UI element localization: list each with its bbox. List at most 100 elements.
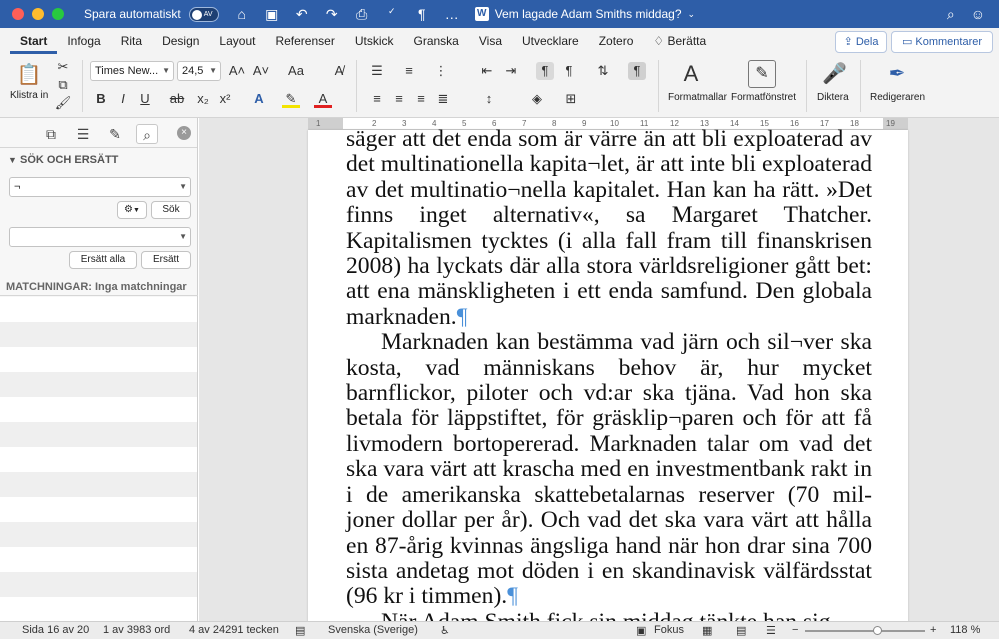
search-button[interactable]: Sök [151, 201, 191, 219]
account-icon[interactable]: ☺ [971, 6, 985, 23]
strikethrough-icon[interactable]: ab [168, 90, 186, 108]
bullets-icon[interactable]: ☰ [368, 62, 386, 80]
document-body[interactable]: säger att det enda som är värre än att b… [346, 126, 872, 621]
paragraph[interactable]: När Adam Smith fick sin middag tänkte ha… [346, 609, 872, 621]
document-page[interactable]: säger att det enda som är värre än att b… [308, 126, 908, 621]
format-painter-icon[interactable]: 🖌 [54, 94, 72, 112]
document-area[interactable]: 1 2 3 4 5 6 7 8 9 10 11 12 13 14 15 16 1… [199, 118, 999, 621]
zoom-slider-knob[interactable] [873, 626, 882, 635]
zoom-window-button[interactable] [52, 8, 64, 20]
replace-button[interactable]: Ersätt [141, 251, 191, 269]
increase-indent-icon[interactable]: ⇥ [502, 62, 520, 80]
change-case-icon[interactable]: Aa [285, 62, 307, 80]
tab-visa[interactable]: Visa [469, 28, 512, 54]
sort-icon[interactable]: ⇅ [594, 62, 612, 80]
subscript-icon[interactable]: x₂ [194, 90, 212, 108]
rtl-icon[interactable]: ¶ [560, 62, 578, 80]
grow-font-icon[interactable]: A˄ [228, 62, 246, 80]
numbering-icon[interactable]: ≡ [400, 62, 418, 80]
document-title[interactable]: W Vem lagade Adam Smiths middag? ⌄ [474, 7, 695, 21]
tab-granska[interactable]: Granska [404, 28, 469, 54]
tab-layout[interactable]: Layout [209, 28, 265, 54]
tab-design[interactable]: Design [152, 28, 209, 54]
close-icon[interactable]: × [177, 126, 191, 140]
tab-utvecklare[interactable]: Utvecklare [512, 28, 589, 54]
editor-label[interactable]: Redigeraren [870, 92, 925, 103]
home-icon[interactable]: ⌂ [233, 6, 251, 23]
copy-icon[interactable]: ⧉ [54, 76, 72, 94]
word-count[interactable]: 1 av 3983 ord [103, 624, 170, 636]
chevron-down-icon[interactable]: ▼ [179, 178, 187, 196]
justify-icon[interactable]: ≣ [434, 90, 452, 108]
undo-icon[interactable]: ↶ [293, 6, 311, 23]
font-name-select[interactable]: Times New... ▼ [90, 61, 174, 81]
tab-zotero[interactable]: Zotero [589, 28, 644, 54]
italic-icon[interactable]: I [114, 90, 132, 108]
more-icon[interactable]: … [443, 6, 461, 23]
search-icon[interactable]: ⌕ [136, 124, 158, 144]
clear-formatting-icon[interactable]: A̸ [330, 62, 348, 80]
redo-icon[interactable]: ↷ [323, 6, 341, 23]
decrease-indent-icon[interactable]: ⇤ [478, 62, 496, 80]
char-count[interactable]: 4 av 24291 tecken [189, 624, 279, 636]
close-window-button[interactable] [12, 8, 24, 20]
tab-infoga[interactable]: Infoga [57, 28, 110, 54]
dictate-label[interactable]: Diktera [817, 92, 849, 103]
zoom-in-icon[interactable]: + [930, 624, 936, 636]
headings-icon[interactable]: ✎ [104, 124, 126, 144]
results-list[interactable] [0, 297, 197, 621]
save-icon[interactable]: ▣ [263, 6, 281, 23]
tab-rita[interactable]: Rita [111, 28, 152, 54]
replace-input[interactable]: ▼ [9, 227, 191, 247]
chevron-down-icon[interactable]: ▼ [179, 228, 187, 246]
superscript-icon[interactable]: x² [216, 90, 234, 108]
zoom-level[interactable]: 118 % [950, 624, 980, 636]
underline-icon[interactable]: U [136, 90, 154, 108]
paste-label[interactable]: Klistra in [10, 90, 48, 101]
tell-me[interactable]: ♢ Berätta [643, 28, 716, 54]
line-spacing-icon[interactable]: ↕ [480, 90, 498, 108]
search-input[interactable]: ¬ ▼ [9, 177, 191, 197]
focus-label[interactable]: Fokus [654, 624, 684, 636]
ltr-icon[interactable]: ¶ [536, 62, 554, 80]
font-color-icon[interactable]: A [314, 90, 332, 108]
read-mode-icon[interactable]: ☰ [766, 624, 776, 637]
minimize-window-button[interactable] [32, 8, 44, 20]
styles-pane-label[interactable]: Formatfönstret [731, 92, 796, 103]
cut-icon[interactable]: ✂ [54, 58, 72, 76]
align-left-icon[interactable]: ≡ [368, 90, 386, 108]
autosave-toggle[interactable]: AV [188, 6, 219, 22]
tab-start[interactable]: Start [10, 28, 58, 54]
spellcheck-icon[interactable]: ✓ [383, 6, 401, 23]
replace-all-button[interactable]: Ersätt alla [69, 251, 137, 269]
paragraph[interactable]: säger att det enda som är värre än att b… [346, 126, 872, 330]
language[interactable]: Svenska (Sverige) [328, 624, 418, 636]
thumbnails-icon[interactable]: ⧉ [40, 124, 62, 144]
find-replace-heading[interactable]: ▼ SÖK OCH ERSÄTT [8, 154, 118, 166]
tab-referenser[interactable]: Referenser [265, 28, 344, 54]
zoom-out-icon[interactable]: − [792, 624, 798, 636]
align-right-icon[interactable]: ≡ [412, 90, 430, 108]
outline-icon[interactable]: ☰ [72, 124, 94, 144]
microphone-icon[interactable]: 🎤 [822, 60, 847, 88]
show-marks-icon[interactable]: ¶ [628, 62, 646, 80]
font-size-select[interactable]: 24,5 ▼ [177, 61, 221, 81]
paragraph[interactable]: Marknaden kan bestämma vad järn och sil¬… [346, 330, 872, 609]
zoom-slider[interactable] [805, 626, 925, 635]
text-effects-icon[interactable]: A [250, 90, 268, 108]
highlight-icon[interactable]: ✎ [282, 90, 300, 108]
print-icon[interactable]: ⎙ [353, 6, 371, 23]
paste-icon[interactable]: 📋 [16, 62, 42, 88]
styles-icon[interactable]: A [676, 60, 706, 88]
comments-button[interactable]: ▭ Kommentarer [891, 31, 993, 53]
styles-label[interactable]: Formatmallar [668, 92, 727, 103]
share-button[interactable]: ⇪ Dela [835, 31, 887, 53]
print-layout-icon[interactable]: ▦ [702, 624, 712, 637]
proofing-icon[interactable]: ▤ [295, 624, 305, 637]
shading-icon[interactable]: ◈ [528, 90, 546, 108]
paragraph-marks-icon[interactable]: ¶ [413, 6, 431, 23]
shrink-font-icon[interactable]: A˅ [252, 62, 270, 80]
align-center-icon[interactable]: ≡ [390, 90, 408, 108]
search-options-button[interactable]: ⚙▼ [117, 201, 147, 219]
bold-icon[interactable]: B [92, 90, 110, 108]
